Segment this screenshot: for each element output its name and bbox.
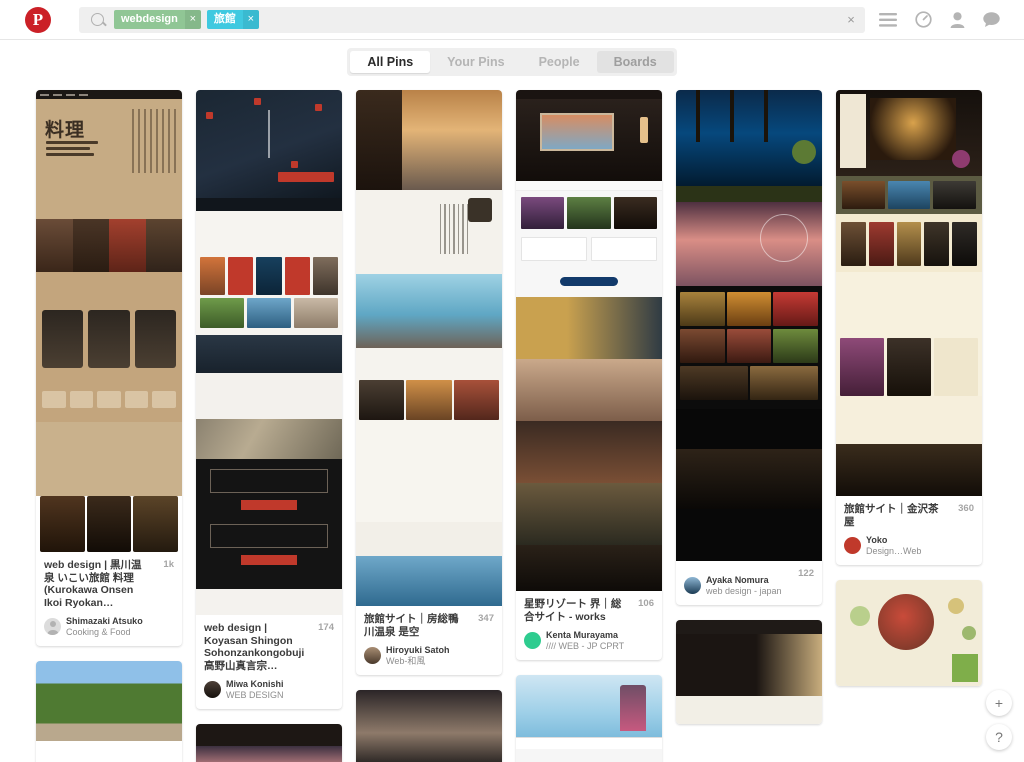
- pin-title: web design | 黒川温泉 いこい旅館 料理 (Kurokawa Ons…: [44, 559, 142, 609]
- search-token-ryokan[interactable]: 旅館 ×: [206, 10, 259, 29]
- pin-title: 旅館サイト｜金沢茶屋: [844, 503, 939, 528]
- pin-image[interactable]: [356, 690, 502, 762]
- pin-card[interactable]: 106 星野リゾート 界｜総合サイト - works Kenta Murayam…: [516, 90, 662, 660]
- floating-action-buttons: + ?: [986, 690, 1012, 750]
- search-token-remove-icon[interactable]: ×: [184, 10, 201, 29]
- pin-author[interactable]: Shimazaki Atsuko Cooking & Food: [44, 616, 174, 637]
- pin-board-name: Cooking & Food: [66, 627, 131, 637]
- pin-meta: 1k web design | 黒川温泉 いこい旅館 料理 (Kurokawa …: [36, 552, 182, 646]
- pin-meta: 122 Ayaka Nomura web design - japan: [676, 561, 822, 605]
- grid-column-4: 106 星野リゾート 界｜総合サイト - works Kenta Murayam…: [516, 90, 662, 762]
- pin-author-name: Miwa Konishi: [226, 679, 284, 689]
- search-token-label: 旅館: [213, 13, 236, 25]
- pin-board-name: Design…Web: [866, 546, 922, 556]
- masonry-columns: 料理 1k web design | 黒川温泉 いこい旅館 料理 (Kuroka…: [36, 90, 982, 762]
- pin-author[interactable]: Kenta Murayama //// WEB - JP CPRT: [524, 630, 654, 651]
- grid-column-6: 360 旅館サイト｜金沢茶屋 Yoko Design…Web: [836, 90, 982, 762]
- grid-column-3: 347 旅館サイト｜房総鴨川温泉 是空 Hiroyuki Satoh Web-和…: [356, 90, 502, 762]
- tab-your-pins[interactable]: Your Pins: [430, 51, 521, 73]
- tab-boards[interactable]: Boards: [596, 51, 674, 73]
- pin-meta: 106 星野リゾート 界｜総合サイト - works Kenta Murayam…: [516, 591, 662, 660]
- pin-image[interactable]: [196, 90, 342, 615]
- header-icon-group: [879, 11, 1014, 28]
- pin-card[interactable]: [36, 661, 182, 762]
- pin-author[interactable]: Yoko Design…Web: [844, 535, 974, 556]
- pin-image[interactable]: [516, 675, 662, 762]
- avatar: [524, 632, 541, 649]
- tab-all-pins[interactable]: All Pins: [350, 51, 431, 73]
- pin-image[interactable]: [356, 90, 502, 606]
- pin-author-name: Shimazaki Atsuko: [66, 616, 143, 626]
- search-bar[interactable]: webdesign × 旅館 × ×: [79, 6, 865, 33]
- pin-title: 星野リゾート 界｜総合サイト - works: [524, 598, 622, 623]
- pin-image[interactable]: [836, 90, 982, 496]
- avatar: [204, 681, 221, 698]
- profile-icon[interactable]: [950, 11, 965, 28]
- avatar: [44, 618, 61, 635]
- search-clear-icon[interactable]: ×: [837, 7, 865, 33]
- pin-title: 旅館サイト｜房総鴨川温泉 是空: [364, 613, 459, 638]
- tab-group: All Pins Your Pins People Boards: [347, 48, 677, 76]
- pin-title: web design | Koyasan Shingon Sohonzankon…: [204, 622, 305, 672]
- search-token-label: webdesign: [121, 13, 178, 25]
- pin-card[interactable]: [836, 580, 982, 686]
- pin-board-name: WEB DESIGN: [226, 690, 284, 700]
- pin-card[interactable]: 122 Ayaka Nomura web design - japan: [676, 90, 822, 605]
- avatar: [844, 537, 861, 554]
- tab-people[interactable]: People: [522, 51, 597, 73]
- pin-image[interactable]: 料理: [36, 90, 182, 552]
- search-token-webdesign[interactable]: webdesign ×: [114, 10, 201, 29]
- pin-repin-count: 174: [318, 622, 334, 633]
- top-header: P webdesign × 旅館 × ×: [0, 0, 1024, 40]
- pin-meta: 347 旅館サイト｜房総鴨川温泉 是空 Hiroyuki Satoh Web-和…: [356, 606, 502, 675]
- messages-icon[interactable]: [983, 12, 1000, 27]
- pin-card[interactable]: [516, 675, 662, 762]
- pin-author[interactable]: Miwa Konishi WEB DESIGN: [204, 679, 334, 700]
- avatar: [684, 577, 701, 594]
- search-token-remove-icon[interactable]: ×: [242, 10, 259, 29]
- pin-card[interactable]: 174 web design | Koyasan Shingon Sohonza…: [196, 90, 342, 709]
- pin-board-name: //// WEB - JP CPRT: [546, 641, 625, 651]
- pin-image[interactable]: [676, 620, 822, 724]
- pin-image[interactable]: [516, 90, 662, 591]
- search-icon: [91, 13, 104, 26]
- add-pin-button[interactable]: +: [986, 690, 1012, 716]
- pin-author-name: Hiroyuki Satoh: [386, 645, 450, 655]
- pin-card[interactable]: [356, 690, 502, 762]
- pin-image[interactable]: [836, 580, 982, 686]
- pin-card[interactable]: 347 旅館サイト｜房総鴨川温泉 是空 Hiroyuki Satoh Web-和…: [356, 90, 502, 675]
- grid-column-2: 174 web design | Koyasan Shingon Sohonza…: [196, 90, 342, 762]
- pin-repin-count: 1k: [163, 559, 174, 570]
- pin-author-name: Ayaka Nomura: [706, 575, 769, 585]
- pin-meta: 174 web design | Koyasan Shingon Sohonza…: [196, 615, 342, 709]
- pin-board-name: web design - japan: [706, 586, 782, 596]
- pin-author[interactable]: Hiroyuki Satoh Web-和風: [364, 645, 494, 666]
- grid-column-5: 122 Ayaka Nomura web design - japan: [676, 90, 822, 762]
- pin-author[interactable]: Ayaka Nomura web design - japan: [684, 575, 814, 596]
- hamburger-menu-icon[interactable]: [879, 12, 897, 27]
- pin-repin-count: 106: [638, 598, 654, 609]
- pin-repin-count: 347: [478, 613, 494, 624]
- pin-card[interactable]: 360 旅館サイト｜金沢茶屋 Yoko Design…Web: [836, 90, 982, 565]
- avatar: [364, 647, 381, 664]
- pin-author-name: Yoko: [866, 535, 888, 545]
- pin-card[interactable]: 料理 1k web design | 黒川温泉 いこい旅館 料理 (Kuroka…: [36, 90, 182, 646]
- pin-repin-count: 360: [958, 503, 974, 514]
- pin-card[interactable]: [196, 724, 342, 762]
- pin-image[interactable]: [36, 661, 182, 762]
- pin-image[interactable]: [196, 724, 342, 762]
- search-scope-tabbar: All Pins Your Pins People Boards: [0, 40, 1024, 84]
- pin-author-name: Kenta Murayama: [546, 630, 619, 640]
- pin-meta: 360 旅館サイト｜金沢茶屋 Yoko Design…Web: [836, 496, 982, 565]
- pin-card[interactable]: [676, 620, 822, 724]
- pin-repin-count: 122: [798, 568, 814, 579]
- grid-column-1: 料理 1k web design | 黒川温泉 いこい旅館 料理 (Kuroka…: [36, 90, 182, 762]
- pin-image[interactable]: [676, 90, 822, 561]
- pinterest-logo-icon[interactable]: P: [25, 6, 51, 33]
- help-button[interactable]: ?: [986, 724, 1012, 750]
- pin-board-name: Web-和風: [386, 656, 426, 666]
- pin-grid: 料理 1k web design | 黒川温泉 いこい旅館 料理 (Kuroka…: [0, 84, 1024, 762]
- compass-icon[interactable]: [915, 11, 932, 28]
